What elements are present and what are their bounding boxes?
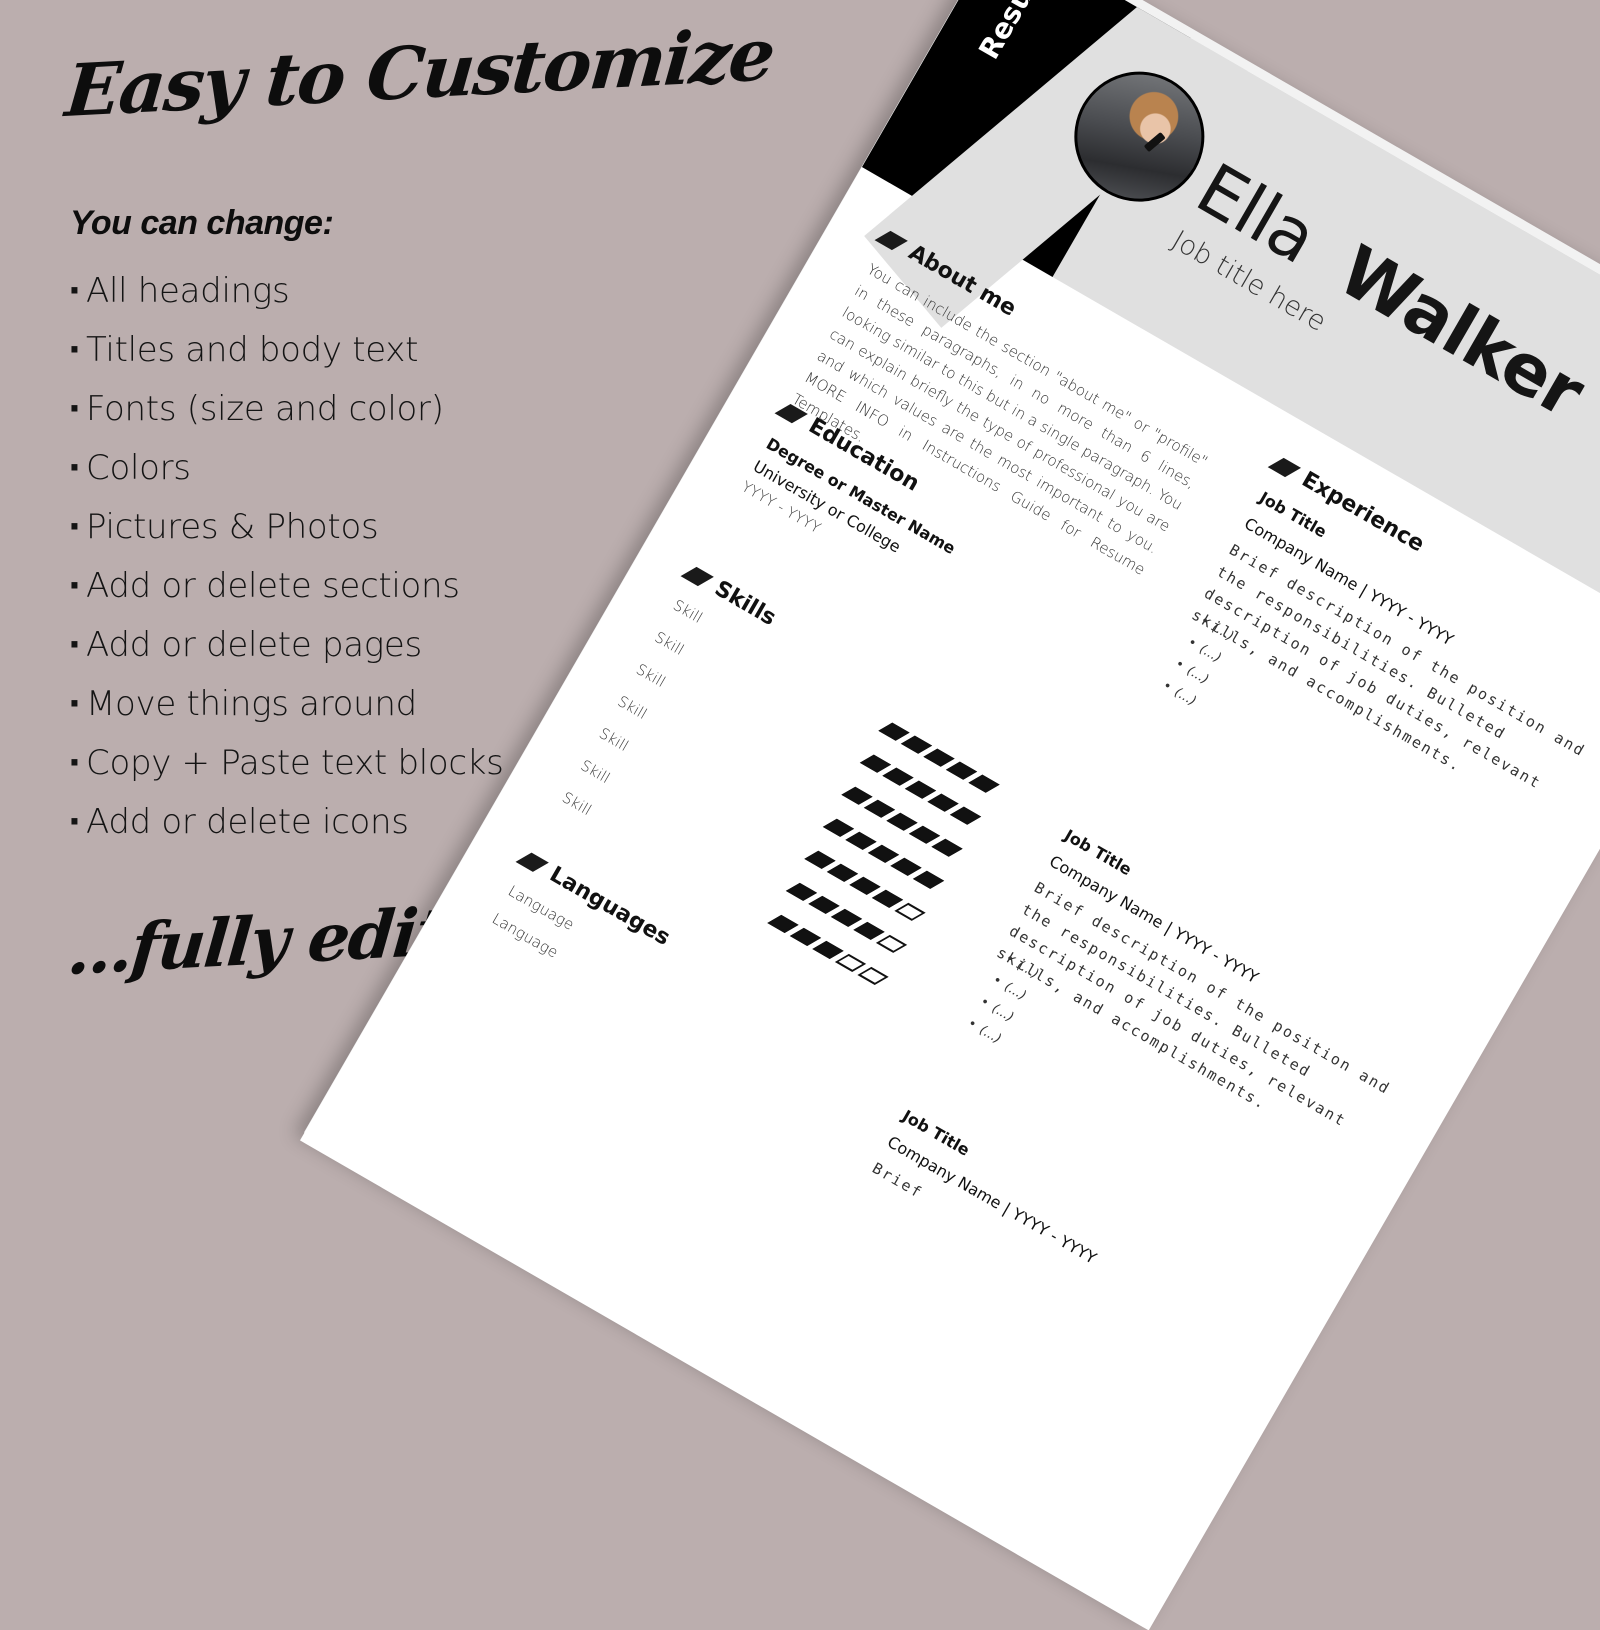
promo-title: Easy to Customize bbox=[62, 11, 777, 133]
rating-filled-icon bbox=[804, 850, 836, 869]
rating-filled-icon bbox=[905, 780, 937, 799]
bullet-dot-icon: · bbox=[68, 743, 81, 783]
rating-filled-icon bbox=[841, 786, 873, 805]
rating-filled-icon bbox=[909, 825, 941, 844]
rating-filled-icon bbox=[790, 927, 822, 946]
exp-description: Brief description of the position and th… bbox=[1188, 540, 1589, 793]
feature-item: · Titles and body text bbox=[68, 321, 504, 380]
exp-bullets: •(...) •(...) •(...) •(...) bbox=[962, 947, 1043, 1052]
feature-label: Move things around bbox=[86, 684, 417, 724]
rating-filled-icon bbox=[831, 908, 863, 927]
rating-filled-icon bbox=[931, 838, 963, 857]
bullet-dot-icon: · bbox=[68, 507, 81, 547]
feature-label: Pictures & Photos bbox=[86, 507, 379, 547]
bullet-dot-icon: · bbox=[68, 566, 81, 606]
feature-label: Add or delete sections bbox=[86, 566, 460, 606]
rating-filled-icon bbox=[968, 774, 1000, 793]
rating-filled-icon bbox=[872, 889, 904, 908]
feature-item: · Add or delete sections bbox=[68, 557, 504, 616]
exp-description: Brief description of the position and th… bbox=[993, 878, 1394, 1131]
section-marker-icon bbox=[1267, 457, 1302, 477]
rating-filled-icon bbox=[860, 754, 892, 773]
rating-filled-icon bbox=[890, 857, 922, 876]
bullet-dot-icon: · bbox=[68, 802, 81, 842]
rating-empty-icon bbox=[876, 934, 908, 953]
feature-item: · All headings bbox=[68, 262, 504, 321]
feature-item: · Add or delete pages bbox=[68, 616, 504, 675]
feature-item: · Pictures & Photos bbox=[68, 498, 504, 557]
feature-list: · All headings · Titles and body text · Fon… bbox=[68, 262, 504, 852]
bullet-dot-icon: · bbox=[68, 389, 81, 429]
section-marker-icon bbox=[680, 566, 715, 586]
bullet-dot-icon: · bbox=[68, 271, 81, 311]
rating-filled-icon bbox=[927, 793, 959, 812]
rating-filled-icon bbox=[913, 870, 945, 889]
bullet-dot-icon: · bbox=[68, 330, 81, 370]
section-marker-icon bbox=[774, 403, 809, 423]
promo-subtitle: You can change: bbox=[70, 204, 334, 242]
rating-filled-icon bbox=[864, 799, 896, 818]
rating-filled-icon bbox=[808, 895, 840, 914]
feature-label: All headings bbox=[86, 271, 290, 311]
rating-filled-icon bbox=[946, 761, 978, 780]
rating-filled-icon bbox=[786, 882, 818, 901]
phone-icon bbox=[1143, 131, 1166, 153]
feature-label: Add or delete pages bbox=[86, 625, 422, 665]
feature-item: · Add or delete icons bbox=[68, 793, 504, 852]
feature-label: Add or delete icons bbox=[86, 802, 409, 842]
rating-filled-icon bbox=[853, 921, 885, 940]
rating-filled-icon bbox=[767, 914, 799, 933]
section-heading-label: Skills bbox=[710, 576, 781, 631]
feature-item: · Copy + Paste text blocks bbox=[68, 734, 504, 793]
rating-filled-icon bbox=[878, 722, 910, 741]
feature-item: · Fonts (size and color) bbox=[68, 380, 504, 439]
feature-label: Titles and body text bbox=[86, 330, 419, 370]
rating-filled-icon bbox=[812, 940, 844, 959]
exp-description: Brief bbox=[869, 1159, 926, 1203]
rating-filled-icon bbox=[827, 863, 859, 882]
exp-bullets: •(...) •(...) •(...) •(...) bbox=[1157, 609, 1238, 714]
rating-empty-icon bbox=[835, 953, 867, 972]
feature-label: Colors bbox=[86, 448, 191, 488]
bullet-dot-icon: · bbox=[68, 684, 81, 724]
rating-filled-icon bbox=[886, 812, 918, 831]
bullet-dot-icon: · bbox=[68, 448, 81, 488]
rating-filled-icon bbox=[882, 767, 914, 786]
section-marker-icon bbox=[515, 852, 550, 872]
rating-filled-icon bbox=[845, 831, 877, 850]
feature-label: Fonts (size and color) bbox=[86, 389, 444, 429]
feature-label: Copy + Paste text blocks bbox=[86, 743, 504, 783]
rating-empty-icon bbox=[894, 902, 926, 921]
rating-filled-icon bbox=[868, 844, 900, 863]
rating-filled-icon bbox=[823, 818, 855, 837]
rating-filled-icon bbox=[849, 876, 881, 895]
rating-filled-icon bbox=[923, 748, 955, 767]
rating-filled-icon bbox=[901, 735, 933, 754]
feature-item: · Colors bbox=[68, 439, 504, 498]
rating-empty-icon bbox=[857, 966, 889, 985]
rating-filled-icon bbox=[950, 806, 982, 825]
feature-item: · Move things around bbox=[68, 675, 504, 734]
skill-rating-grid bbox=[765, 710, 1007, 999]
bullet-dot-icon: · bbox=[68, 625, 81, 665]
